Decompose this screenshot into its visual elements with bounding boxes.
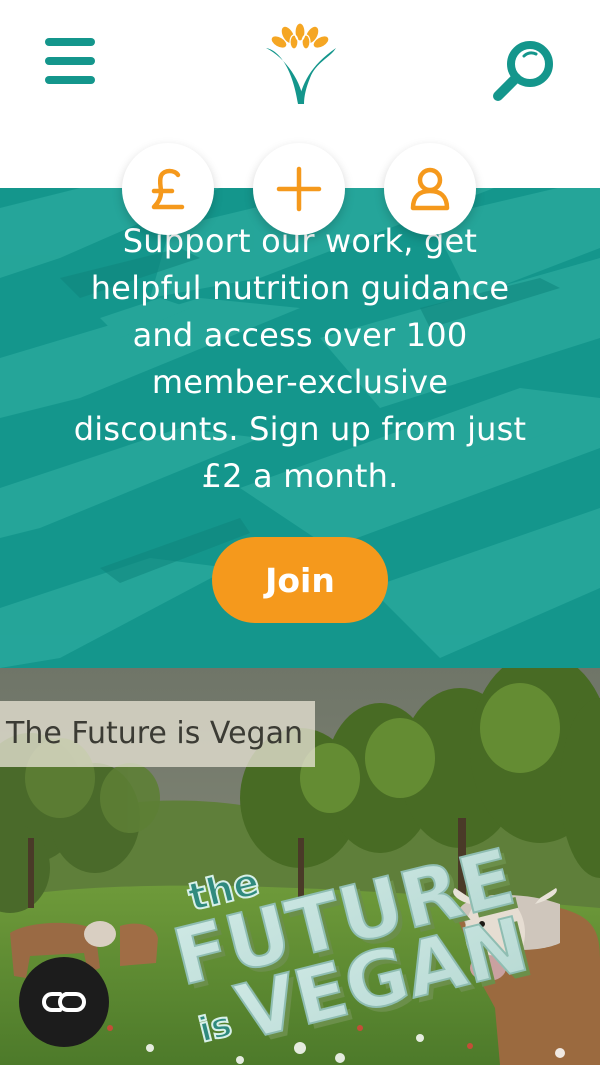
- pitch-line: discounts. Sign up from just: [73, 410, 527, 448]
- closed-captions-icon: [41, 992, 87, 1012]
- vegan-society-sunflower-logo: [266, 22, 336, 104]
- pitch-line: £2 a month.: [201, 457, 399, 495]
- user-icon: [410, 167, 450, 211]
- membership-banner: Support our work, get helpful nutrition …: [0, 188, 600, 668]
- pitch-line: and access over 100: [132, 316, 468, 354]
- membership-pitch: Support our work, get helpful nutrition …: [40, 218, 560, 500]
- pitch-line: helpful nutrition guidance: [90, 269, 510, 307]
- join-button[interactable]: Join: [212, 537, 388, 623]
- donate-button[interactable]: [122, 143, 214, 235]
- account-button[interactable]: [384, 143, 476, 235]
- closed-captions-button[interactable]: [19, 957, 109, 1047]
- video-title: The Future is Vegan: [0, 701, 315, 767]
- video-player[interactable]: the FUTURE FUTURE is VEGAN VEGAN The Fut…: [0, 668, 600, 1065]
- search-button[interactable]: [488, 36, 560, 106]
- menu-button[interactable]: [40, 34, 100, 88]
- add-button[interactable]: [253, 143, 345, 235]
- plus-icon: [276, 166, 322, 212]
- pound-sign-icon: [151, 168, 185, 210]
- pitch-line: member-exclusive: [151, 363, 449, 401]
- site-logo[interactable]: [258, 18, 342, 108]
- hamburger-menu-icon: [45, 38, 95, 84]
- search-icon: [493, 41, 553, 101]
